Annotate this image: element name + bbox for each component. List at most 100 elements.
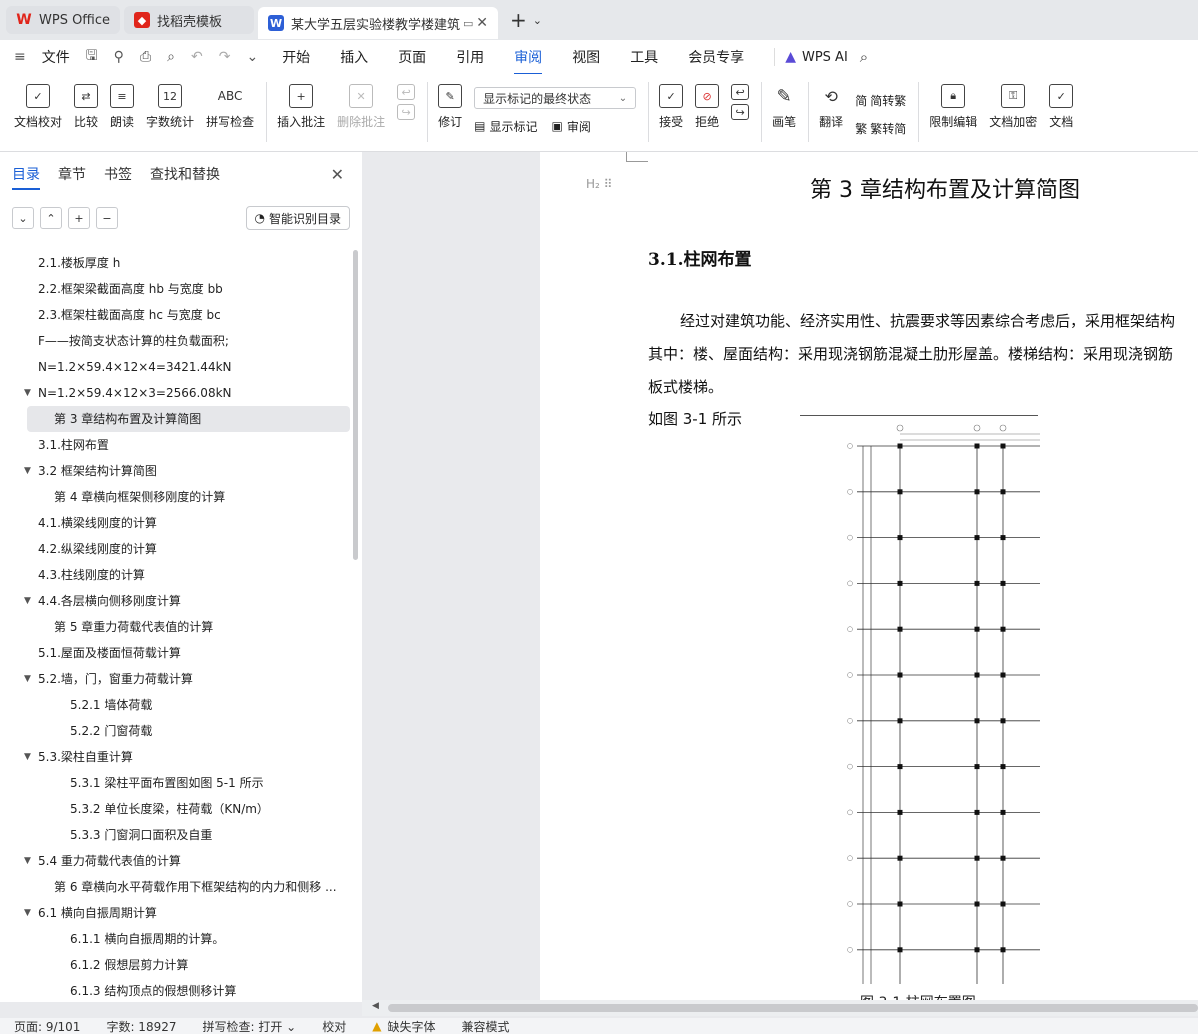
toc-item[interactable]: 2.1.楼板厚度 h bbox=[0, 250, 352, 276]
horizontal-scrollbar[interactable]: ◀ bbox=[362, 1000, 1198, 1016]
expand-button[interactable]: ⌃ bbox=[40, 207, 62, 229]
toc-item[interactable]: ▼ 4.4.各层横向侧移刚度计算 bbox=[0, 588, 352, 614]
undo-icon[interactable]: ↶ bbox=[191, 49, 203, 65]
save-icon[interactable]: 🖫 bbox=[86, 45, 98, 69]
sidebar-scrollbar[interactable] bbox=[353, 250, 358, 560]
read-aloud-button[interactable]: ≡ 朗读 bbox=[110, 84, 134, 130]
toc-item[interactable]: 第 6 章横向水平荷载作用下框架结构的内力和侧移 ... bbox=[0, 874, 352, 900]
tab-document[interactable]: W 某大学五层实验楼教学楼建筑 ▭ ✕ bbox=[258, 7, 499, 39]
menu-review[interactable]: 审阅 bbox=[514, 47, 543, 75]
chevron-down-icon[interactable]: ⌄ bbox=[246, 49, 258, 65]
toc-item[interactable]: 第 3 章结构布置及计算简图 bbox=[27, 406, 350, 432]
menu-home[interactable]: 开始 bbox=[282, 47, 310, 67]
close-tab-icon[interactable]: ✕ bbox=[476, 15, 488, 31]
tab-docer-templates[interactable]: ◆ 找稻壳模板 bbox=[124, 6, 255, 34]
toc-item[interactable]: 6.1.2 假想层剪力计算 bbox=[0, 952, 352, 978]
word-count-button[interactable]: 12 字数统计 bbox=[146, 84, 194, 130]
toc-item[interactable]: 6.1.1 横向自振周期的计算。 bbox=[0, 926, 352, 952]
expand-arrow-icon[interactable]: ▼ bbox=[24, 666, 31, 692]
collapse-button[interactable]: ⌄ bbox=[12, 207, 34, 229]
print-preview-icon[interactable]: ⌕ bbox=[167, 49, 175, 65]
show-markup-button[interactable]: 显示标记 bbox=[489, 118, 537, 135]
reject-button[interactable]: ⊘ 拒绝 bbox=[695, 84, 719, 130]
toc-item[interactable]: ▼ 5.3.梁柱自重计算 bbox=[0, 744, 352, 770]
search-icon[interactable]: ⌕ bbox=[860, 48, 868, 66]
delete-comment-button[interactable]: ✕ 删除批注 bbox=[337, 84, 385, 130]
toc-item[interactable]: ▼ 3.2 框架结构计算简图 bbox=[0, 458, 352, 484]
tab-toc[interactable]: 目录 bbox=[12, 164, 40, 190]
print-icon[interactable]: ⎙ bbox=[140, 49, 151, 65]
menu-reference[interactable]: 引用 bbox=[456, 47, 484, 67]
menu-page[interactable]: 页面 bbox=[398, 47, 426, 67]
review-pane-button[interactable]: 审阅 bbox=[567, 118, 591, 135]
menu-file[interactable]: 文件 bbox=[42, 47, 70, 67]
tab-chapters[interactable]: 章节 bbox=[58, 164, 86, 184]
new-tab-button[interactable]: + bbox=[510, 8, 527, 32]
toc-item[interactable]: 第 5 章重力荷载代表值的计算 bbox=[0, 614, 352, 640]
menu-tools[interactable]: 工具 bbox=[630, 47, 658, 67]
markup-state-select[interactable]: 显示标记的最终状态 ⌄ bbox=[474, 87, 637, 109]
comment-nav-buttons[interactable]: ↩ ↪ bbox=[397, 84, 416, 125]
page-indicator[interactable]: 页面: 9/101 bbox=[14, 1018, 80, 1034]
missing-font-status[interactable]: 缺失字体 bbox=[387, 1018, 435, 1034]
menu-wps-ai[interactable]: WPS AI bbox=[802, 50, 848, 65]
scroll-thumb[interactable] bbox=[388, 1004, 1198, 1012]
hamburger-icon[interactable]: ≡ bbox=[14, 49, 26, 65]
document-page[interactable]: H₂ ⠿ 第 3 章结构布置及计算简图 3.1.柱网布置 经过对建筑功能、经济实… bbox=[540, 152, 1198, 1000]
toc-item[interactable]: 5.3.2 单位长度梁，柱荷载（KN/m） bbox=[0, 796, 352, 822]
expand-arrow-icon[interactable]: ▼ bbox=[24, 588, 31, 614]
toc-item[interactable]: 5.3.1 梁柱平面布置图如图 5-1 所示 bbox=[0, 770, 352, 796]
pen-button[interactable]: ✎ 画笔 bbox=[772, 84, 796, 130]
toc-item[interactable]: F——按简支状态计算的柱负载面积; bbox=[0, 328, 352, 354]
toc-item[interactable]: 5.1.屋面及楼面恒荷载计算 bbox=[0, 640, 352, 666]
menu-view[interactable]: 视图 bbox=[572, 47, 600, 67]
restrict-edit-button[interactable]: 🔒︎ 限制编辑 bbox=[929, 84, 977, 130]
toc-item[interactable]: 5.2.2 门窗荷载 bbox=[0, 718, 352, 744]
tab-find-replace[interactable]: 查找和替换 bbox=[150, 164, 220, 184]
toc-item[interactable]: 5.2.1 墙体荷载 bbox=[0, 692, 352, 718]
expand-arrow-icon[interactable]: ▼ bbox=[24, 744, 31, 770]
toc-item[interactable]: ▼ 6.1 横向自振周期计算 bbox=[0, 900, 352, 926]
revise-button[interactable]: ✎ 修订 bbox=[438, 84, 462, 130]
toc-item[interactable]: 4.1.横梁线刚度的计算 bbox=[0, 510, 352, 536]
toc-item[interactable]: 4.2.纵梁线刚度的计算 bbox=[0, 536, 352, 562]
doc-more-button[interactable]: ✓ 文档 bbox=[1049, 84, 1073, 130]
remove-heading-button[interactable]: − bbox=[96, 207, 118, 229]
smart-toc-button[interactable]: ◔ 智能识别目录 bbox=[245, 206, 350, 230]
word-count[interactable]: 字数: 18927 bbox=[106, 1018, 176, 1034]
revision-nav-buttons[interactable]: ↩ ↪ bbox=[731, 84, 750, 125]
toc-item[interactable]: ▼ N=1.2×59.4×12×3=2566.08kN bbox=[0, 380, 352, 406]
expand-arrow-icon[interactable]: ▼ bbox=[24, 848, 31, 874]
menu-insert[interactable]: 插入 bbox=[340, 47, 368, 67]
encrypt-button[interactable]: ⚿ 文档加密 bbox=[989, 84, 1037, 130]
add-heading-button[interactable]: + bbox=[68, 207, 90, 229]
toc-item[interactable]: 5.3.3 门窗洞口面积及自重 bbox=[0, 822, 352, 848]
share-icon[interactable]: ⚲ bbox=[114, 49, 124, 65]
toc-item[interactable]: N=1.2×59.4×12×4=3421.44kN bbox=[0, 354, 352, 380]
toc-item[interactable]: 2.2.框架梁截面高度 hb 与宽度 bb bbox=[0, 276, 352, 302]
doc-check-button[interactable]: ✓ 文档校对 bbox=[14, 84, 62, 130]
chevron-down-icon[interactable]: ⌄ bbox=[533, 14, 542, 27]
trad-to-simp-button[interactable]: 繁转简 bbox=[870, 120, 906, 137]
toc-item[interactable]: 6.1.3 结构顶点的假想侧移计算 bbox=[0, 978, 352, 1002]
tab-bookmarks[interactable]: 书签 bbox=[104, 164, 132, 184]
close-icon[interactable]: ✕ bbox=[331, 165, 344, 184]
toc-item[interactable]: ▼ 5.2.墙，门，窗重力荷载计算 bbox=[0, 666, 352, 692]
expand-arrow-icon[interactable]: ▼ bbox=[24, 380, 31, 406]
proofread-status[interactable]: 校对 bbox=[322, 1018, 346, 1034]
scroll-left-icon[interactable]: ◀ bbox=[372, 1001, 379, 1011]
menu-member[interactable]: 会员专享 bbox=[688, 47, 744, 67]
expand-arrow-icon[interactable]: ▼ bbox=[24, 458, 31, 484]
accept-button[interactable]: ✓ 接受 bbox=[659, 84, 683, 130]
spell-check-button[interactable]: ABC 拼写检查 bbox=[206, 84, 254, 130]
toc-item[interactable]: 4.3.柱线刚度的计算 bbox=[0, 562, 352, 588]
spell-check-status[interactable]: 拼写检查: 打开 ⌄ bbox=[203, 1018, 297, 1034]
toc-item[interactable]: ▼ 5.4 重力荷载代表值的计算 bbox=[0, 848, 352, 874]
toc-item[interactable]: 第 4 章横向框架侧移刚度的计算 bbox=[0, 484, 352, 510]
translate-button[interactable]: ⟲ 翻译 bbox=[819, 84, 843, 130]
tab-wps-office[interactable]: W WPS Office bbox=[6, 6, 121, 34]
insert-comment-button[interactable]: + 插入批注 bbox=[277, 84, 325, 130]
toc-item[interactable]: 3.1.柱网布置 bbox=[0, 432, 352, 458]
heading-level-marker[interactable]: H₂ ⠿ bbox=[586, 177, 612, 191]
compare-button[interactable]: ⇄ 比较 bbox=[74, 84, 98, 130]
